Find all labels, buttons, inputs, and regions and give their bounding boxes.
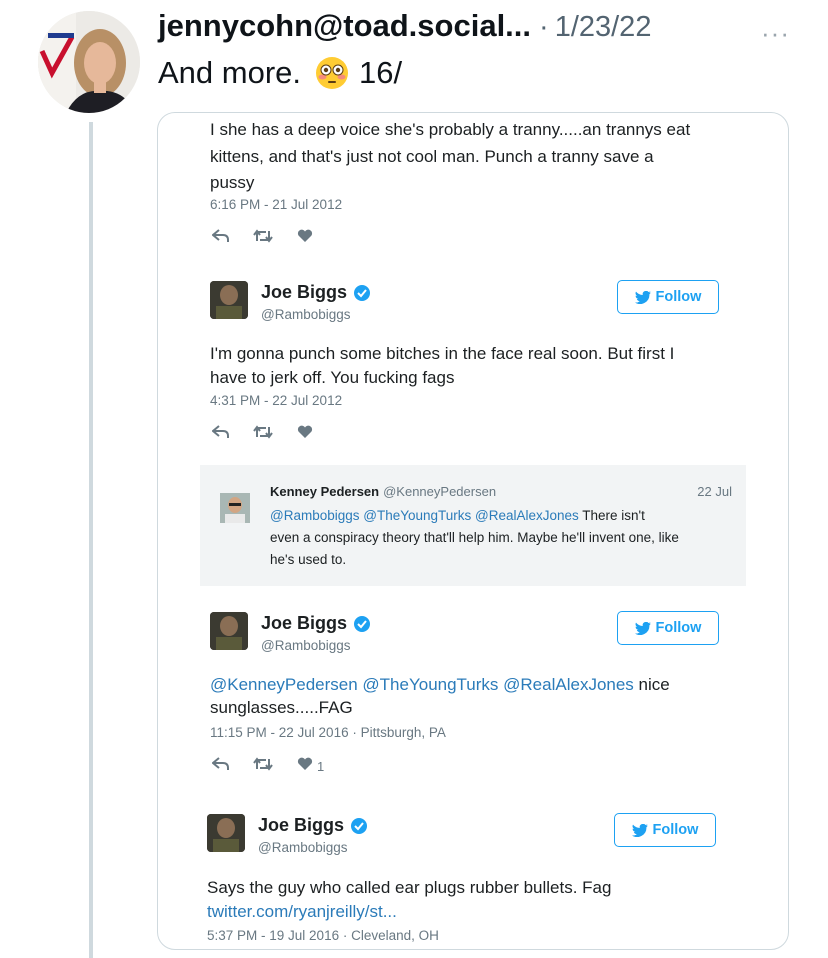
tweet4-name: Joe Biggs	[258, 815, 368, 836]
tweet4-line1: Says the guy who called ear plugs rubber…	[207, 878, 612, 897]
tweet3-line1: @KenneyPedersen @TheYoungTurks @RealAlex…	[210, 675, 670, 694]
twitter-bird-icon	[634, 621, 651, 635]
follow-button[interactable]: Follow	[617, 611, 719, 645]
tweet4-link: twitter.com/ryanjreilly/st...	[207, 902, 397, 921]
like-icon: 1	[297, 757, 324, 776]
follow-button[interactable]: Follow	[614, 813, 716, 847]
embedded-screenshot[interactable]: I she has a deep voice she's probably a …	[157, 112, 789, 950]
retweet-icon	[253, 757, 273, 776]
tweet2-actions	[211, 425, 313, 444]
post-date[interactable]: 1/23/22	[555, 11, 652, 44]
quote-avatar	[220, 493, 250, 523]
like-icon	[297, 229, 313, 248]
quote-author: Kenney Pedersen @KenneyPedersen	[270, 484, 497, 499]
twitter-bird-icon	[634, 290, 651, 304]
tweet1-line2: kittens, and that's just not cool man. P…	[210, 147, 654, 166]
reply-icon	[211, 757, 229, 776]
retweet-icon	[253, 229, 273, 248]
tweet2-timestamp: 4:31 PM - 22 Jul 2012	[210, 393, 343, 408]
tweet2-name: Joe Biggs	[261, 282, 371, 303]
post-number: 16/	[359, 55, 403, 90]
reply-icon	[211, 425, 229, 444]
post-text: And more. 16/	[158, 55, 402, 91]
tweet2-line1: I'm gonna punch some bitches in the face…	[210, 344, 675, 363]
like-count: 1	[317, 759, 325, 774]
tweet1-line3: pussy	[210, 173, 255, 192]
tweet1-line1: I she has a deep voice she's probably a …	[210, 120, 691, 139]
tweet1-actions	[211, 229, 313, 248]
follow-button[interactable]: Follow	[617, 280, 719, 314]
retweet-icon	[253, 425, 273, 444]
tweet1-timestamp: 6:16 PM - 21 Jul 2012	[210, 197, 343, 212]
tweet3-handle: @Rambobiggs	[261, 638, 351, 653]
verified-icon	[354, 284, 371, 301]
tweet4-avatar	[207, 814, 245, 852]
verified-icon	[351, 817, 368, 834]
thread-line	[89, 122, 93, 958]
tweet3-avatar	[210, 612, 248, 650]
tweet3-name: Joe Biggs	[261, 613, 371, 634]
tweet3-actions: 1	[211, 757, 324, 776]
tweet2-avatar	[210, 281, 248, 319]
twitter-bird-icon	[631, 823, 648, 837]
tweet3-timestamp: 11:15 PM - 22 Jul 2016 · Pittsburgh, PA	[210, 725, 446, 740]
author-name[interactable]: jennycohn@toad.social...	[158, 8, 531, 44]
like-icon	[297, 425, 313, 444]
more-options-icon[interactable]: ···	[761, 20, 790, 46]
verified-icon	[354, 615, 371, 632]
reply-icon	[211, 229, 229, 248]
quote-date: 22 Jul	[697, 484, 732, 499]
quoted-reply: Kenney Pedersen @KenneyPedersen 22 Jul @R…	[200, 465, 746, 586]
separator-dot: ·	[539, 11, 549, 43]
tweet4-timestamp: 5:37 PM - 19 Jul 2016 · Cleveland, OH	[207, 928, 439, 943]
post-text-main: And more.	[158, 55, 302, 90]
quote-text: @Rambobiggs @TheYoungTurks @RealAlexJone…	[270, 508, 679, 567]
tweet2-handle: @Rambobiggs	[261, 307, 351, 322]
tweet3-line2: sunglasses.....FAG	[210, 698, 353, 717]
author-avatar[interactable]	[38, 11, 140, 113]
tweet4-handle: @Rambobiggs	[258, 840, 348, 855]
flushed-face-emoji	[315, 56, 349, 90]
tweet2-line2: have to jerk off. You fucking fags	[210, 368, 455, 387]
post-header: jennycohn@toad.social... · 1/23/22	[158, 8, 651, 48]
quote-mentions: @Rambobiggs @TheYoungTurks @RealAlexJone…	[270, 508, 579, 523]
